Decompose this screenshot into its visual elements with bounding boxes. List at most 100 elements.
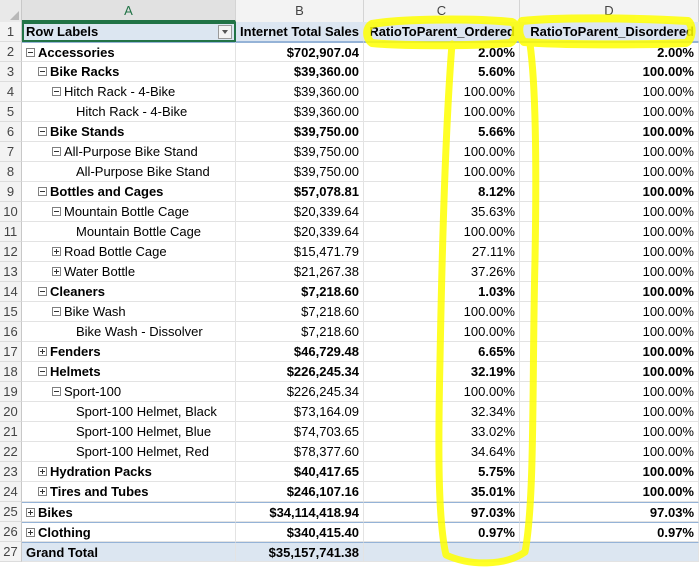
ordered-cell[interactable]: 5.60% (364, 62, 520, 82)
row-number[interactable]: 13 (0, 262, 22, 282)
row-number[interactable]: 11 (0, 222, 22, 242)
expand-plus-icon[interactable] (52, 247, 61, 257)
sales-cell[interactable]: $39,750.00 (236, 162, 364, 182)
row-label-cell[interactable]: Tires and Tubes (22, 482, 236, 502)
disordered-cell[interactable]: 0.97% (520, 522, 699, 542)
sales-cell[interactable]: $226,245.34 (236, 362, 364, 382)
grand-total-ordered[interactable] (364, 542, 520, 562)
ordered-header[interactable]: RatioToParent_Ordered (364, 22, 520, 42)
row-number[interactable]: 8 (0, 162, 22, 182)
row-number[interactable]: 10 (0, 202, 22, 222)
row-label-cell[interactable]: Fenders (22, 342, 236, 362)
disordered-cell[interactable]: 100.00% (520, 422, 699, 442)
disordered-cell[interactable]: 100.00% (520, 462, 699, 482)
sales-cell[interactable]: $40,417.65 (236, 462, 364, 482)
ordered-cell[interactable]: 100.00% (364, 322, 520, 342)
collapse-minus-icon[interactable] (52, 307, 61, 317)
sales-cell[interactable]: $7,218.60 (236, 322, 364, 342)
row-number[interactable]: 7 (0, 142, 22, 162)
ordered-cell[interactable]: 100.00% (364, 222, 520, 242)
disordered-cell[interactable]: 100.00% (520, 242, 699, 262)
sales-cell[interactable]: $39,360.00 (236, 62, 364, 82)
ordered-cell[interactable]: 35.01% (364, 482, 520, 502)
disordered-cell[interactable]: 100.00% (520, 322, 699, 342)
column-header-b[interactable]: B (236, 0, 364, 22)
ordered-cell[interactable]: 100.00% (364, 162, 520, 182)
row-number[interactable]: 26 (0, 522, 22, 542)
ordered-cell[interactable]: 33.02% (364, 422, 520, 442)
sales-cell[interactable]: $73,164.09 (236, 402, 364, 422)
disordered-cell[interactable]: 100.00% (520, 142, 699, 162)
row-number[interactable]: 18 (0, 362, 22, 382)
ordered-cell[interactable]: 34.64% (364, 442, 520, 462)
ordered-cell[interactable]: 100.00% (364, 102, 520, 122)
row-label-cell[interactable]: Mountain Bottle Cage (22, 222, 236, 242)
disordered-cell[interactable]: 100.00% (520, 442, 699, 462)
row-label-cell[interactable]: Cleaners (22, 282, 236, 302)
expand-plus-icon[interactable] (52, 267, 61, 277)
row-label-cell[interactable]: All-Purpose Bike Stand (22, 162, 236, 182)
row-number[interactable]: 14 (0, 282, 22, 302)
sales-cell[interactable]: $340,415.40 (236, 522, 364, 542)
sales-cell[interactable]: $46,729.48 (236, 342, 364, 362)
row-label-cell[interactable]: Bikes (22, 502, 236, 522)
ordered-cell[interactable]: 35.63% (364, 202, 520, 222)
grand-total-label[interactable]: Grand Total (22, 542, 236, 562)
ordered-cell[interactable]: 5.66% (364, 122, 520, 142)
select-all-corner[interactable] (0, 0, 22, 22)
collapse-minus-icon[interactable] (52, 207, 61, 217)
row-number[interactable]: 4 (0, 82, 22, 102)
row-number[interactable]: 25 (0, 502, 22, 522)
sales-cell[interactable]: $702,907.04 (236, 42, 364, 62)
collapse-minus-icon[interactable] (38, 187, 47, 197)
row-number[interactable]: 16 (0, 322, 22, 342)
row-number[interactable]: 3 (0, 62, 22, 82)
grand-total-sales[interactable]: $35,157,741.38 (236, 542, 364, 562)
row-label-cell[interactable]: Bike Wash - Dissolver (22, 322, 236, 342)
row-number[interactable]: 22 (0, 442, 22, 462)
row-number[interactable]: 21 (0, 422, 22, 442)
disordered-cell[interactable]: 100.00% (520, 222, 699, 242)
row-label-cell[interactable]: Bike Stands (22, 122, 236, 142)
sales-cell[interactable]: $57,078.81 (236, 182, 364, 202)
collapse-minus-icon[interactable] (26, 48, 35, 58)
row-label-cell[interactable]: Road Bottle Cage (22, 242, 236, 262)
row-number[interactable]: 23 (0, 462, 22, 482)
disordered-cell[interactable]: 100.00% (520, 262, 699, 282)
sales-cell[interactable]: $246,107.16 (236, 482, 364, 502)
column-header-a[interactable]: A (22, 0, 236, 22)
ordered-cell[interactable]: 100.00% (364, 302, 520, 322)
row-label-cell[interactable]: All-Purpose Bike Stand (22, 142, 236, 162)
ordered-cell[interactable]: 27.11% (364, 242, 520, 262)
disordered-cell[interactable]: 100.00% (520, 182, 699, 202)
sales-header[interactable]: Internet Total Sales (236, 22, 364, 42)
row-label-cell[interactable]: Hitch Rack - 4-Bike (22, 82, 236, 102)
disordered-cell[interactable]: 100.00% (520, 62, 699, 82)
disordered-cell[interactable]: 100.00% (520, 162, 699, 182)
sales-cell[interactable]: $74,703.65 (236, 422, 364, 442)
ordered-cell[interactable]: 100.00% (364, 142, 520, 162)
collapse-minus-icon[interactable] (38, 67, 47, 77)
collapse-minus-icon[interactable] (38, 367, 47, 377)
sales-cell[interactable]: $7,218.60 (236, 282, 364, 302)
row-number[interactable]: 1 (0, 22, 22, 42)
disordered-cell[interactable]: 100.00% (520, 302, 699, 322)
collapse-minus-icon[interactable] (52, 387, 61, 397)
row-label-cell[interactable]: Mountain Bottle Cage (22, 202, 236, 222)
sales-cell[interactable]: $15,471.79 (236, 242, 364, 262)
grand-total-disordered[interactable] (520, 542, 699, 562)
ordered-cell[interactable]: 2.00% (364, 42, 520, 62)
sales-cell[interactable]: $39,750.00 (236, 142, 364, 162)
disordered-cell[interactable]: 100.00% (520, 342, 699, 362)
disordered-cell[interactable]: 100.00% (520, 482, 699, 502)
row-number[interactable]: 24 (0, 482, 22, 502)
disordered-cell[interactable]: 100.00% (520, 382, 699, 402)
disordered-cell[interactable]: 100.00% (520, 202, 699, 222)
ordered-cell[interactable]: 100.00% (364, 82, 520, 102)
collapse-minus-icon[interactable] (52, 87, 61, 97)
row-label-cell[interactable]: Hitch Rack - 4-Bike (22, 102, 236, 122)
ordered-cell[interactable]: 37.26% (364, 262, 520, 282)
row-label-cell[interactable]: Clothing (22, 522, 236, 542)
sales-cell[interactable]: $39,360.00 (236, 102, 364, 122)
row-number[interactable]: 20 (0, 402, 22, 422)
